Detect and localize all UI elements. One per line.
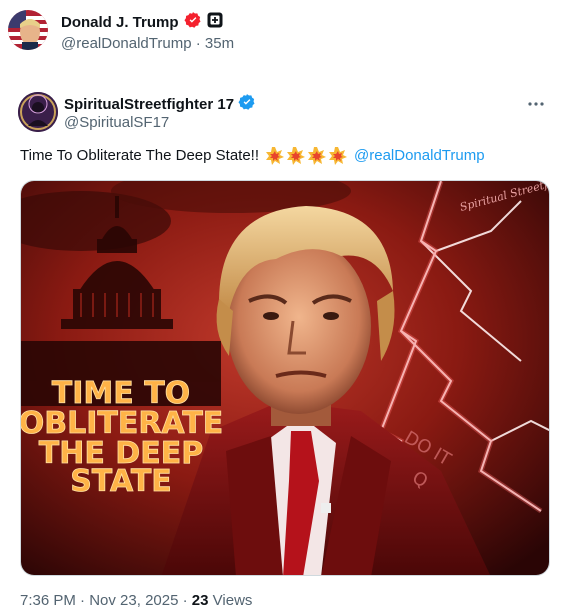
post-age[interactable]: 35m — [205, 35, 234, 52]
more-options-button[interactable] — [521, 94, 551, 114]
separator: · — [80, 592, 86, 609]
author-header: SpiritualStreetfighter 17 @SpiritualSF17 — [18, 92, 553, 136]
affiliate-badge-icon — [207, 12, 223, 33]
avatar[interactable] — [8, 10, 48, 50]
tweet-footer: 7:36 PM · Nov 23, 2025 · 23 Views — [20, 592, 252, 609]
separator: · — [182, 592, 188, 609]
emoji-row — [265, 146, 348, 166]
separator: · — [195, 35, 201, 52]
post-date[interactable]: Nov 23, 2025 — [89, 592, 178, 609]
tweet-body: Time To Obliterate The Deep State!! — [20, 147, 260, 164]
collision-emoji-icon — [266, 147, 285, 165]
views-count: 23 — [191, 592, 209, 609]
verified-badge-icon — [183, 11, 202, 34]
collision-emoji-icon — [308, 147, 327, 165]
views-label: Views — [212, 592, 253, 609]
handle[interactable]: @realDonaldTrump — [61, 35, 192, 52]
verified-badge-icon — [238, 93, 256, 116]
retweeter-header: Donald J. Trump @realDonaldTrump · 35m — [8, 10, 568, 58]
lapel-pin — [321, 503, 331, 513]
author-display-name[interactable]: SpiritualStreetfighter 17 — [64, 96, 234, 113]
author-handle[interactable]: @SpiritualSF17 — [64, 114, 256, 131]
mention-link[interactable]: @realDonaldTrump — [354, 146, 485, 166]
tweet-media[interactable]: TIME TO OBLITERATE THE DEEP STATE Spirit… — [20, 180, 550, 576]
author-avatar[interactable] — [18, 92, 58, 132]
display-name[interactable]: Donald J. Trump — [61, 14, 179, 31]
tweet-text: Time To Obliterate The Deep State!! @rea… — [20, 146, 550, 166]
collision-emoji-icon — [329, 147, 348, 165]
overlay-line-4: STATE — [70, 464, 172, 499]
media-image: TIME TO OBLITERATE THE DEEP STATE Spirit… — [21, 181, 549, 575]
collision-emoji-icon — [287, 147, 306, 165]
more-icon — [528, 102, 544, 106]
post-time[interactable]: 7:36 PM — [20, 592, 76, 609]
